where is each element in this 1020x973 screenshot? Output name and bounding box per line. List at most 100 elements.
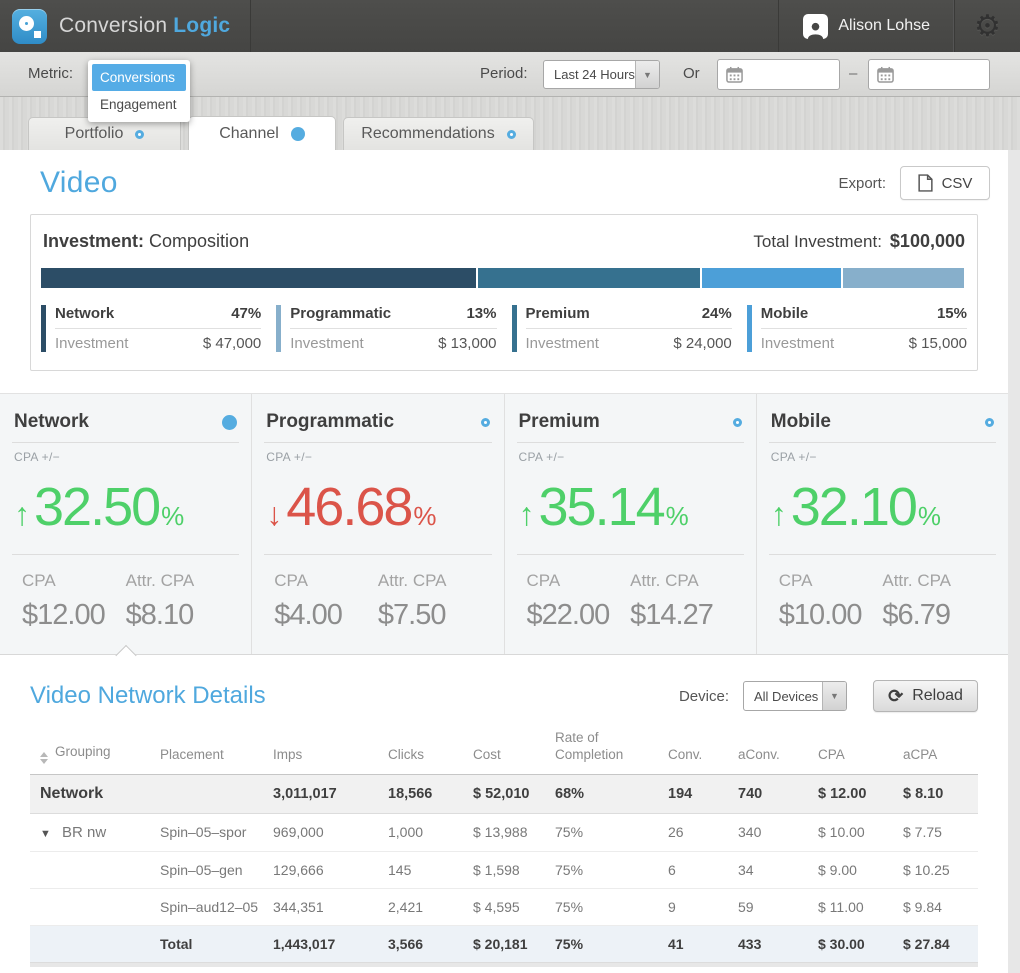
calendar-icon [877,66,894,83]
attr-cpa-label: Attr. CPA [882,571,986,591]
column-clicks[interactable]: Clicks [388,724,473,774]
card-mobile[interactable]: Mobile CPA +/− ↑32.10% CPA$10.00 Attr. C… [757,394,1008,654]
or-label: Or [683,65,700,82]
chevron-down-icon[interactable]: ▼ [635,61,659,88]
date-start-input[interactable] [717,59,840,90]
radio-circle-icon [507,130,516,139]
metric-option-engagement[interactable]: Engagement [92,91,186,118]
attr-cpa-value: $8.10 [126,599,230,632]
card-metric-label: CPA +/− [14,450,237,464]
column-aconv[interactable]: aConv. [738,724,818,774]
settings-button[interactable]: ⚙ [954,0,1020,52]
card-title: Premium [519,411,600,433]
table-row-br-nw[interactable]: ▼BR nw Spin–05–spor 969,000 1,000 $ 13,9… [30,813,978,851]
legend-item-mobile: Mobile15% Investment$ 15,000 [747,305,967,352]
attr-cpa-value: $6.79 [882,599,986,632]
device-label: Device: [679,688,729,705]
up-arrow-icon: ↑ [519,498,535,530]
calendar-icon [726,66,743,83]
chevron-down-icon[interactable]: ▼ [822,682,846,710]
attr-cpa-label: Attr. CPA [126,571,230,591]
export-csv-button[interactable]: CSV [900,166,990,200]
investment-panel: Investment: Composition Total Investment… [30,214,978,371]
card-metric-label: CPA +/− [266,450,489,464]
card-title: Mobile [771,411,831,433]
metric-label: Metric: [28,65,73,82]
filter-bar: Metric: Conversions Engagement Period: L… [0,52,1020,97]
metric-option-conversions[interactable]: Conversions [92,64,186,91]
user-menu[interactable]: Alison Lohse [778,0,954,52]
card-programmatic[interactable]: Programmatic CPA +/− ↓46.68% CPA$4.00 At… [252,394,504,654]
tab-channel-label: Channel [219,125,279,143]
tab-portfolio-label: Portfolio [65,125,124,143]
investment-composition-bar [41,268,967,288]
card-metric-label: CPA +/− [519,450,742,464]
content-area: Video Export: CSV Investment: Compositio… [0,150,1008,973]
table-header-row: Grouping Placement Imps Clicks Cost Rate… [30,724,978,774]
radio-circle-icon[interactable] [985,418,994,427]
cpa-value: $10.00 [779,599,883,632]
collapse-icon[interactable]: ▼ [40,828,62,840]
up-arrow-icon: ↑ [771,498,787,530]
legend-color-bar [512,305,517,352]
radio-circle-icon [291,127,305,141]
up-arrow-icon: ↑ [14,498,30,530]
investment-title: Investment: Composition [43,231,249,252]
export-csv-label: CSV [942,175,973,192]
details-title: Video Network Details [30,682,266,710]
gear-icon: ⚙ [974,9,1001,44]
selected-card-notch [115,645,136,666]
column-conv[interactable]: Conv. [668,724,738,774]
top-bar: Conversion Logic Alison Lohse ⚙ [0,0,1020,52]
sort-icon[interactable] [40,752,48,764]
legend-color-bar [747,305,752,352]
table-row-placement: Spin–05–gen 129,666 145 $ 1,598 75% 6 34… [30,851,978,888]
tab-channel[interactable]: Channel [188,116,336,150]
radio-circle-icon[interactable] [481,418,490,427]
cpa-change: ↑32.10% [771,480,996,534]
user-icon [803,14,828,39]
reload-button[interactable]: ⟳ Reload [873,680,978,712]
tab-recommendations[interactable]: Recommendations [343,117,534,150]
radio-circle-icon[interactable] [733,418,742,427]
card-title: Programmatic [266,411,394,433]
down-arrow-icon: ↓ [266,498,282,530]
radio-circle-icon[interactable] [222,415,237,430]
card-title: Network [14,411,89,433]
cpa-change: ↓46.68% [266,480,491,534]
cpa-value: $12.00 [22,599,126,632]
card-network[interactable]: Network CPA +/− ↑32.50% CPA$12.00 Attr. … [0,394,252,654]
metric-dropdown: Conversions Engagement [88,60,190,122]
period-select[interactable]: Last 24 Hours ▼ [543,60,660,89]
table-row-xtv-nw[interactable]: ▶XTV nw 955,000 1,000 $ 15,000 69% 135 2… [30,967,978,973]
range-separator: – [849,65,857,82]
column-imps[interactable]: Imps [273,724,388,774]
device-select-value: All Devices [744,689,822,704]
column-cpa[interactable]: CPA [818,724,903,774]
attr-cpa-label: Attr. CPA [630,571,734,591]
attr-cpa-label: Attr. CPA [378,571,482,591]
column-rate-of-completion[interactable]: Rate of Completion [555,724,668,774]
cpa-value: $4.00 [274,599,378,632]
date-end-input[interactable] [868,59,990,90]
export-label: Export: [838,175,886,192]
cpa-label: CPA [527,571,631,591]
cpa-value: $22.00 [527,599,631,632]
column-cost[interactable]: Cost [473,724,555,774]
legend-item-network: Network47% Investment$ 47,000 [41,305,261,352]
device-select[interactable]: All Devices ▼ [743,681,847,711]
card-premium[interactable]: Premium CPA +/− ↑35.14% CPA$22.00 Attr. … [505,394,757,654]
column-acpa[interactable]: aCPA [903,724,978,774]
cpa-change: ↑32.50% [14,480,239,534]
bar-segment-premium [478,268,700,288]
brand[interactable]: Conversion Logic [0,0,251,52]
column-placement[interactable]: Placement [160,724,273,774]
table-row-placement: Spin–aud12–05 344,351 2,421 $ 4,595 75% … [30,888,978,925]
cpa-label: CPA [779,571,883,591]
legend-item-premium: Premium24% Investment$ 24,000 [512,305,732,352]
logo-icon [12,9,47,44]
channel-cards: Network CPA +/− ↑32.50% CPA $12.00 Attr. … [0,393,1008,655]
column-grouping[interactable]: Grouping [30,724,160,774]
legend-color-bar [276,305,281,352]
attr-cpa-value: $14.27 [630,599,734,632]
